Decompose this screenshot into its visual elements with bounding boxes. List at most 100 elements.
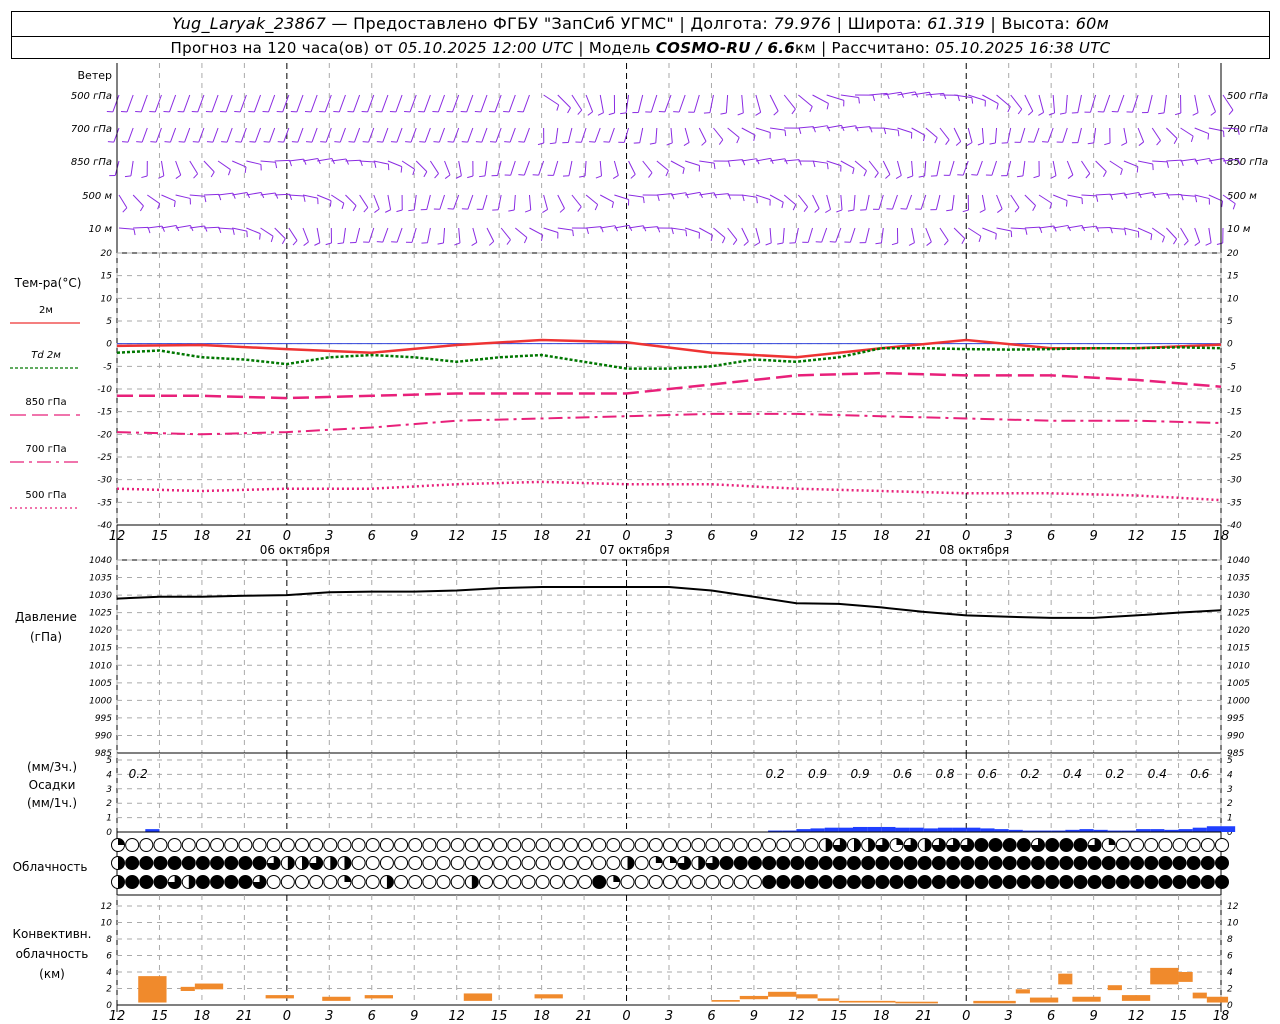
wind-barb <box>854 160 867 172</box>
cloud-symbol <box>776 875 791 889</box>
cloud-fill <box>330 856 337 870</box>
wind-barb <box>727 159 743 162</box>
cloud-symbol <box>931 856 946 870</box>
wind-barb <box>1151 127 1161 141</box>
wind-barb <box>268 94 276 113</box>
wind-barb <box>197 94 205 113</box>
cloud-symbol <box>776 838 791 852</box>
wind-barb-feather <box>1138 141 1144 146</box>
wind-barb <box>354 127 361 143</box>
cloud-symbol <box>1130 856 1145 870</box>
wind-barb <box>684 127 690 143</box>
cloud-symbol <box>280 838 295 852</box>
wind-barb-feather <box>345 158 349 165</box>
cloud-symbol <box>1172 838 1187 852</box>
cloud-symbol <box>493 856 508 870</box>
wind-barb <box>840 194 843 210</box>
pressure-unit: (гПа) <box>30 630 62 644</box>
conv-bar <box>1015 989 1030 994</box>
precip-bar <box>937 827 953 832</box>
cloud-symbol <box>1186 875 1201 889</box>
wind-barb-feather <box>648 172 653 178</box>
wind-barb <box>924 160 927 176</box>
wind-barb <box>154 94 162 113</box>
cloud-symbol <box>139 856 154 870</box>
precip-bar <box>952 827 967 832</box>
wind-barb <box>656 193 672 196</box>
wind-barb <box>513 194 516 210</box>
cloud-fill <box>854 838 861 852</box>
precip-total-label: 0.6 <box>893 767 912 781</box>
wind-barb <box>183 94 191 113</box>
x-tick-label: 12 <box>788 529 805 544</box>
wind-barb <box>302 194 318 199</box>
wind-barb <box>437 94 446 113</box>
wind-barb-feather <box>1087 142 1094 145</box>
wind-barb <box>127 127 134 143</box>
wind-barb <box>586 226 602 229</box>
conv-bar <box>1072 996 1101 1002</box>
cloud-symbol <box>663 838 677 852</box>
wind-barb <box>269 127 276 143</box>
cloud-fill <box>698 856 705 870</box>
wind-barb-feather <box>872 94 876 102</box>
wind-barb <box>274 193 290 196</box>
wind-barb <box>840 160 855 169</box>
wind-barb <box>401 160 415 170</box>
precip-bar <box>909 827 924 832</box>
wind-barb <box>994 127 998 143</box>
conv-title-1: Конвективн. <box>13 927 92 941</box>
precip-ytick-left: 5 <box>106 756 112 766</box>
temp-ytick-right: -20 <box>1227 430 1242 440</box>
wind-barb <box>1180 194 1196 197</box>
wind-barb-feather <box>1173 138 1178 145</box>
wind-barb <box>325 127 332 143</box>
wind-barb-feather <box>825 209 831 213</box>
wind-barb-feather <box>259 233 261 240</box>
wind-barb <box>584 160 587 176</box>
wind-barb-feather <box>1194 196 1198 203</box>
wind-barb <box>755 127 771 133</box>
wind-barb-feather <box>803 206 809 212</box>
wind-barb <box>480 94 488 113</box>
cloud-symbol <box>1002 856 1017 870</box>
precip-ytick-right: 3 <box>1227 785 1233 795</box>
cloud-symbol <box>804 838 819 852</box>
cloud-symbol <box>464 838 479 852</box>
wind-barb <box>670 160 685 169</box>
wind-barb-feather <box>736 137 740 144</box>
wind-barb <box>996 194 1003 210</box>
precip-bar <box>1192 827 1207 832</box>
wind-barb <box>935 194 941 210</box>
cloud-fill <box>118 838 125 845</box>
wind-barb-feather <box>798 127 802 135</box>
x-tick-label: 18 <box>533 529 550 544</box>
precip-total-label: 0.2 <box>129 767 148 781</box>
wind-barb <box>698 127 707 142</box>
temp-ytick-left: -20 <box>97 430 112 440</box>
wind-barb <box>1089 94 1097 113</box>
cloud-symbol <box>195 838 210 852</box>
x-tick-label-bottom: 18 <box>194 1009 211 1024</box>
pressure-ytick-left: 995 <box>95 714 112 724</box>
wind-barb <box>466 94 474 113</box>
cloud-symbol <box>394 875 409 889</box>
wind-barb <box>783 94 796 110</box>
wind-barb <box>395 94 403 113</box>
cloud-symbol <box>365 875 380 889</box>
cloud-symbol <box>705 875 720 889</box>
wind-barb <box>741 158 757 162</box>
x-tick-label: 0 <box>283 529 291 544</box>
wind-barb-feather <box>141 175 148 179</box>
wind-barb <box>755 157 771 162</box>
temp-legend-label: Td 2м <box>31 350 61 361</box>
wind-barb <box>835 227 842 243</box>
pressure-ytick-right: 1035 <box>1227 574 1250 584</box>
cloud-symbol <box>450 838 465 852</box>
wind-barb <box>741 227 749 242</box>
conv-bar <box>1192 992 1207 999</box>
cloud-symbol <box>1101 856 1116 870</box>
wind-level-right: 700 гПа <box>1227 124 1268 135</box>
x-tick-label: 6 <box>368 529 376 544</box>
cloud-symbol <box>663 875 677 889</box>
